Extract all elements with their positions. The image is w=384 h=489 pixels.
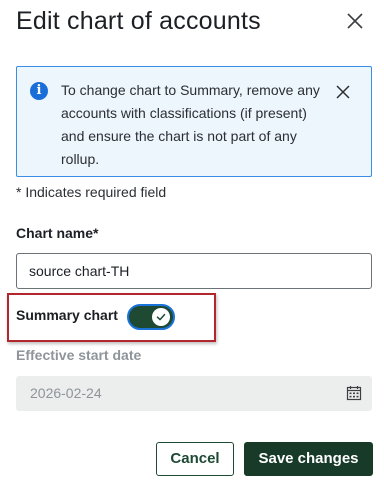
chart-name-label: Chart name* <box>16 225 99 241</box>
dismiss-banner-button[interactable] <box>335 84 351 100</box>
close-icon <box>336 85 350 99</box>
dialog-title: Edit chart of accounts <box>16 7 261 35</box>
calendar-icon <box>346 386 362 401</box>
effective-start-date-input: 2026-02-24 <box>16 376 372 411</box>
info-banner: i To change chart to Summary, remove any… <box>16 66 372 177</box>
info-icon: i <box>30 82 48 100</box>
required-field-note: * Indicates required field <box>16 184 167 200</box>
cancel-button[interactable]: Cancel <box>156 442 234 476</box>
effective-start-date-label: Effective start date <box>16 347 142 363</box>
toggle-knob <box>152 308 170 326</box>
close-dialog-button[interactable] <box>344 10 366 32</box>
info-banner-message: To change chart to Summary, remove any a… <box>61 82 320 167</box>
check-icon <box>156 313 166 321</box>
edit-chart-dialog: Edit chart of accounts i To change chart… <box>0 0 384 489</box>
chart-name-input[interactable] <box>16 253 372 289</box>
effective-start-date-value: 2026-02-24 <box>30 385 102 401</box>
close-icon <box>347 13 363 29</box>
summary-chart-label: Summary chart <box>16 307 118 323</box>
summary-chart-toggle[interactable] <box>127 304 175 330</box>
save-changes-button[interactable]: Save changes <box>244 442 373 476</box>
